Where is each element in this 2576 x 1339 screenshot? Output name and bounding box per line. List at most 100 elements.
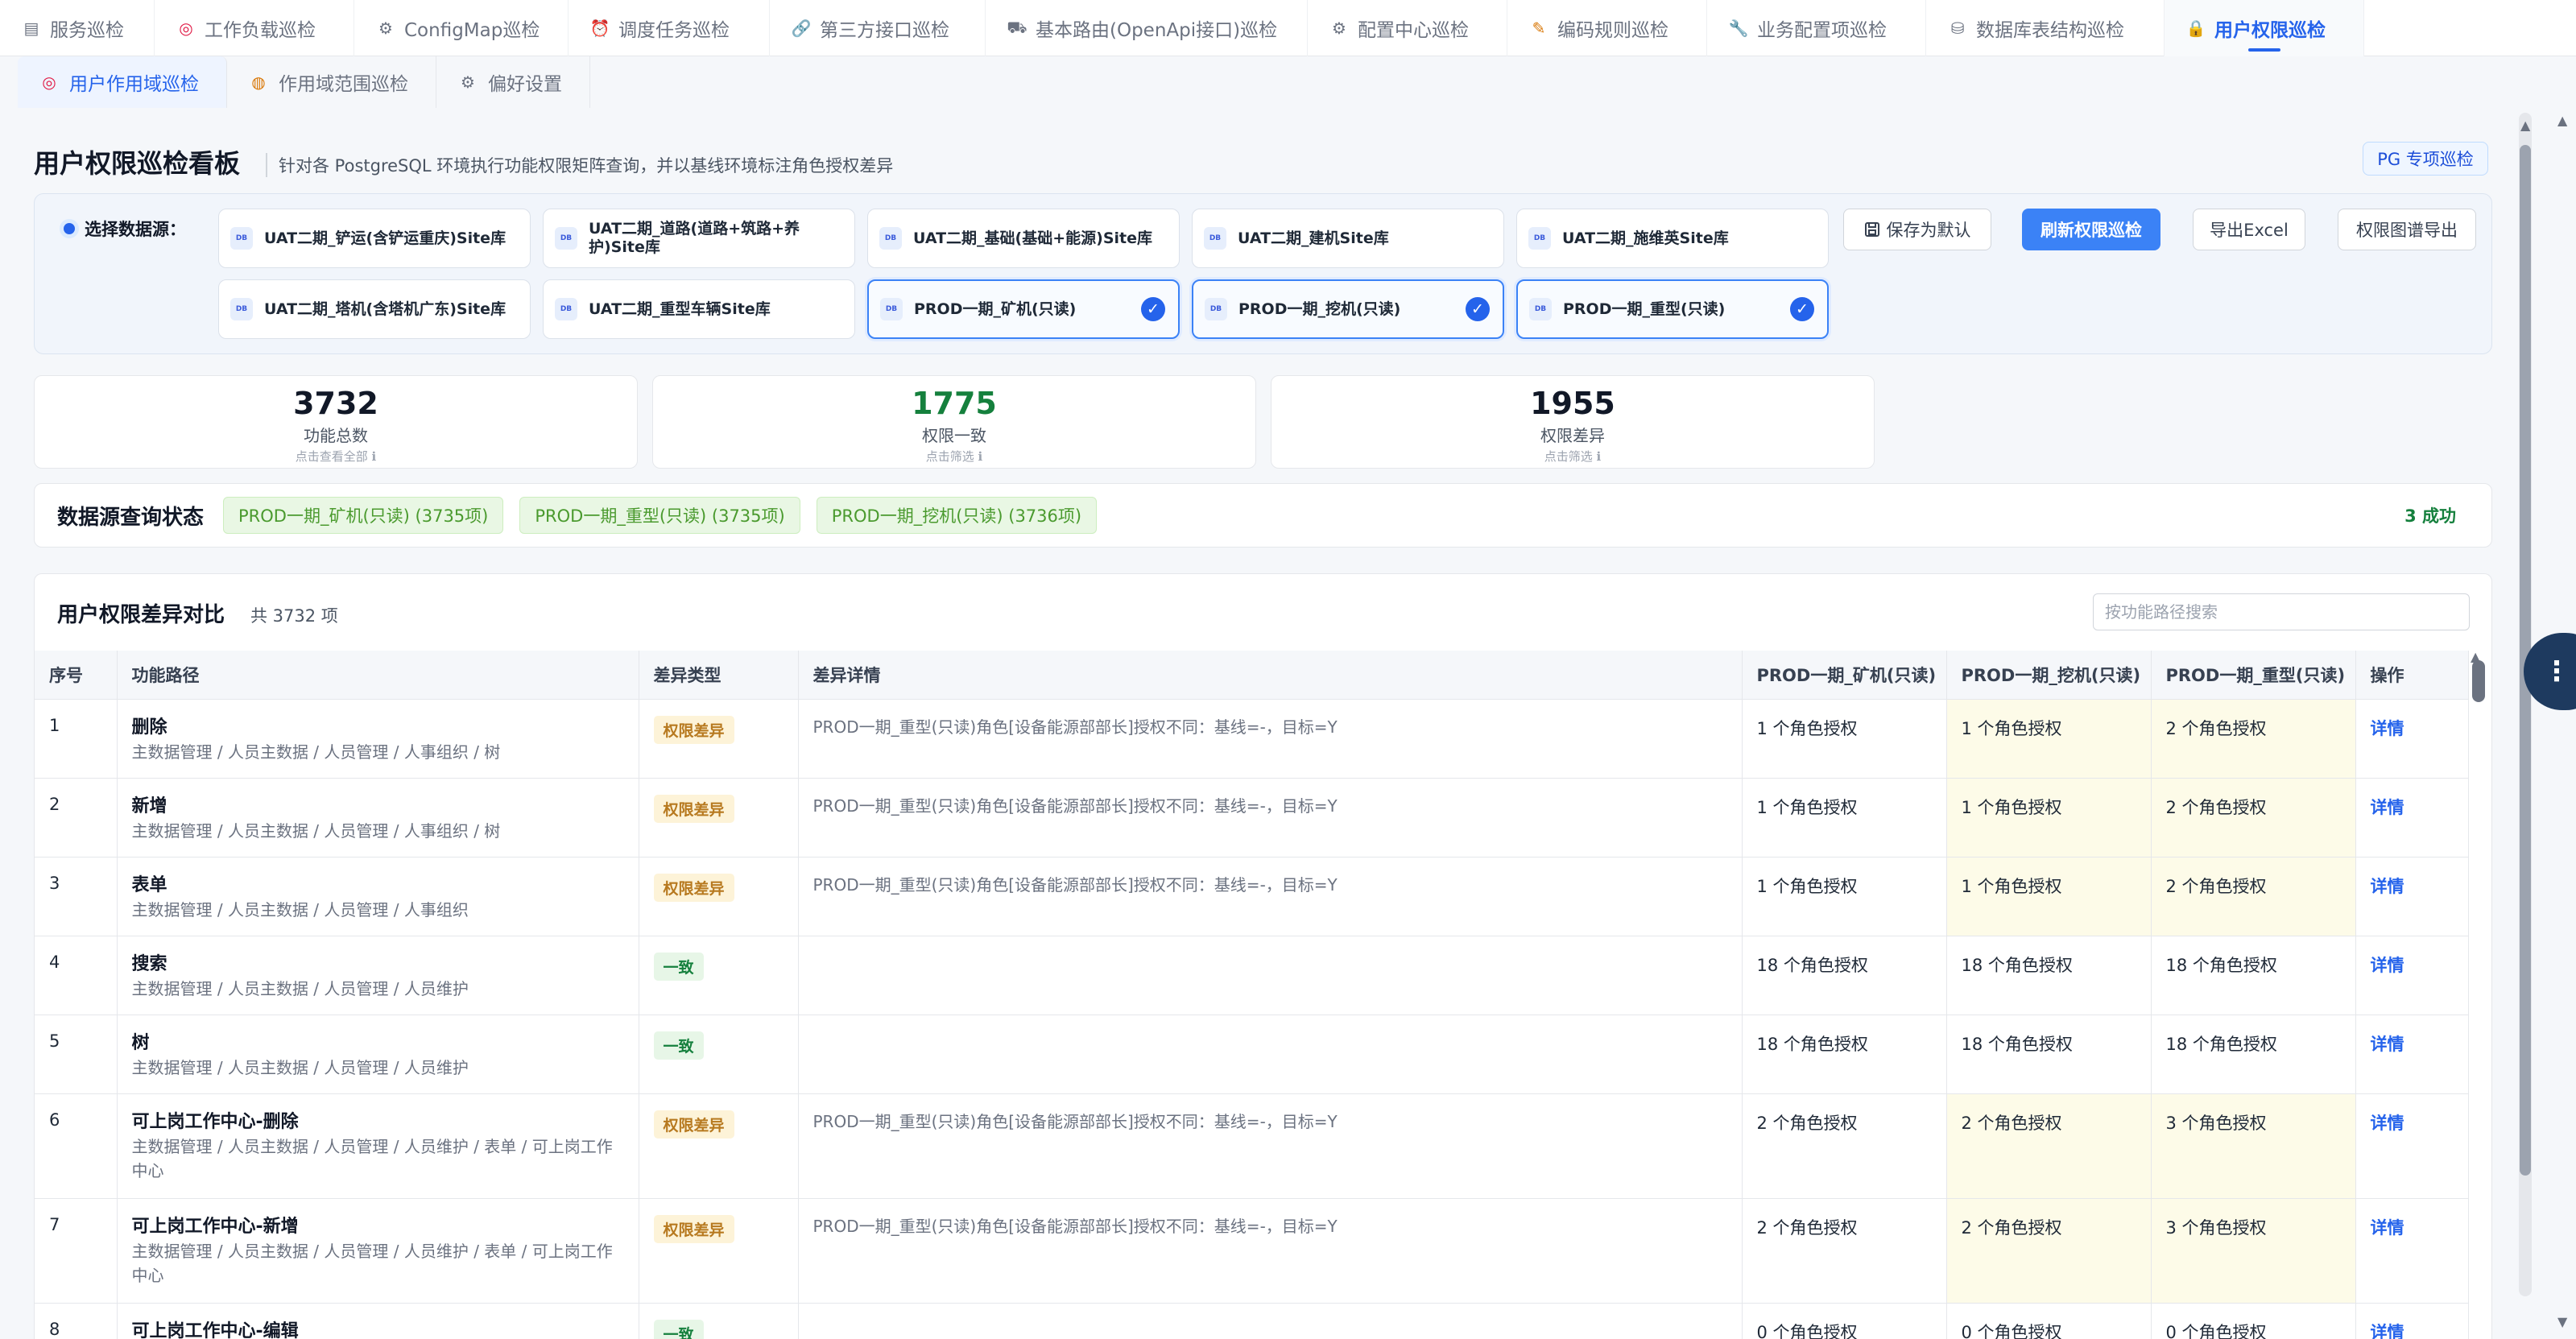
table-header-row: 序号 功能路径 差异类型 差异详情 PROD一期_矿机(只读) PROD一期_挖… [35,651,2469,700]
scroll-up-arrow-icon[interactable]: ▲ [2557,113,2567,128]
function-name: 可上岗工作中心-新增 [131,1216,299,1237]
wrench-icon: 🔧 [1728,19,1749,38]
tab-thirdparty-check[interactable]: 🔗 第三方接口巡检 [770,0,986,56]
diff-type-badge: 权限差异 [653,794,734,823]
refresh-check-button[interactable]: 刷新权限巡检 [2022,209,2160,250]
tab-configmap-check[interactable]: ⚙ ConfigMap巡检 [354,0,569,56]
row-detail-link[interactable]: 详情 [2355,1015,2469,1094]
column-header[interactable]: PROD一期_挖机(只读) [1946,651,2152,700]
database-icon: DB [1205,298,1227,320]
datasource-card[interactable]: DB UAT二期_道路(道路+筑路+养护)Site库 [543,209,855,268]
row-detail-link[interactable]: 详情 [2355,1198,2469,1304]
table-row: 4 搜索 主数据管理 / 人员主数据 / 人员管理 / 人员维护 一致 18 个角色授权… [35,936,2469,1015]
datasource-card[interactable]: DB UAT二期_施维英Site库 [1516,209,1829,268]
row-seq: 7 [35,1198,118,1304]
datasource-name: PROD一期_矿机(只读) [914,300,1077,318]
export-graph-button[interactable]: 权限图谱导出 [2338,209,2476,250]
function-path: 主数据管理 / 人员主数据 / 人员管理 / 人事组织 [131,899,469,920]
row-diff-detail: PROD一期_重型(只读)角色[设备能源部部长]授权不同：基线=-，目标=Y [798,1093,1743,1199]
row-seq: 8 [35,1303,118,1339]
tab-workload-check[interactable]: ◎ 工作负载巡检 [155,0,354,56]
row-detail-link[interactable]: 详情 [2355,778,2469,858]
row-function: 可上岗工作中心-删除主数据管理 / 人员主数据 / 人员管理 / 人员维护 / … [117,1093,639,1199]
subtab-label: 用户作用域巡检 [69,74,199,95]
subtab-user-scope-check[interactable]: ◎ 用户作用域巡检 [18,56,227,108]
row-detail-link[interactable]: 详情 [2355,1093,2469,1199]
column-header[interactable]: 差异类型 [639,651,799,700]
datasource-card[interactable]: DB UAT二期_铲运(含铲运重庆)Site库 [218,209,531,268]
stat-total-card[interactable]: 3732 功能总数 点击查看全部 ℹ [34,375,638,469]
row-waji-count: 1 个角色授权 [1946,699,2152,779]
diff-type-badge: 权限差异 [653,1110,734,1139]
tab-label: 用户权限巡检 [2214,20,2326,41]
tab-schedule-check[interactable]: ⏰ 调度任务巡检 [569,0,770,56]
pg-special-check-button[interactable]: PG 专项巡检 [2363,142,2488,176]
target-icon: ◎ [42,72,56,92]
tab-biz-config-check[interactable]: 🔧 业务配置项巡检 [1707,0,1926,56]
row-function: 新增 主数据管理 / 人员主数据 / 人员管理 / 人事组织 / 树 [117,778,639,858]
lock-icon: 🔒 [2185,19,2206,38]
stat-diff-card[interactable]: 1955 权限差异 点击筛选 ℹ [1271,375,1875,469]
subtab-preferences[interactable]: ⚙ 偏好设置 [436,56,590,108]
function-path: 主数据管理 / 人员主数据 / 人员管理 / 人事组织 / 树 [131,820,501,841]
stat-diff-value: 1955 [1530,386,1615,421]
datasource-card[interactable]: DB UAT二期_重型车辆Site库 [543,279,855,339]
row-kuangji-count: 1 个角色授权 [1742,857,1947,936]
scroll-down-arrow-icon[interactable]: ▼ [2557,1314,2567,1329]
row-detail-link[interactable]: 详情 [2355,936,2469,1015]
function-name: 可上岗工作中心-编辑 [131,1320,299,1339]
path-search-input[interactable] [2093,593,2470,630]
function-name: 可上岗工作中心-删除 [131,1111,299,1132]
column-header[interactable]: 序号 [35,651,118,700]
alarm-clock-icon: ⏰ [589,19,610,38]
stat-consistent-card[interactable]: 1775 权限一致 点击筛选 ℹ [652,375,1256,469]
tab-route-check[interactable]: ⛟ 基本路由(OpenApi接口)巡检 [986,0,1308,56]
row-kuangji-count: 1 个角色授权 [1742,778,1947,858]
row-detail-link[interactable]: 详情 [2355,699,2469,779]
stat-total-hint: 点击查看全部 ℹ [295,449,377,464]
tab-db-schema-check[interactable]: ⛁ 数据库表结构巡检 [1926,0,2165,56]
function-path: 主数据管理 / 人员主数据 / 人员管理 / 人员维护 / 表单 / 可上岗工作… [131,1136,613,1180]
crystal-ball-icon: ◍ [251,72,266,92]
column-header[interactable]: PROD一期_矿机(只读) [1742,651,1947,700]
query-success-count: 3 成功 [2404,506,2456,526]
tab-user-permission-check[interactable]: 🔒 用户权限巡检 [2165,0,2364,56]
datasource-name: UAT二期_建机Site库 [1238,229,1389,247]
column-header[interactable]: 操作 [2355,651,2469,700]
function-name: 树 [131,1032,150,1053]
datasource-card[interactable]: DB PROD一期_挖机(只读) ✓ [1192,279,1504,339]
stat-consistent-value: 1775 [912,386,997,421]
datasource-card[interactable]: DB UAT二期_建机Site库 [1192,209,1504,268]
scroll-up-arrow-icon[interactable]: ▲ [2520,118,2530,133]
table-row: 8 可上岗工作中心-编辑 一致 0 个角色授权 0 个角色授权 0 个角色授权 详情 [35,1303,2469,1339]
datasource-card[interactable]: DB UAT二期_基础(基础+能源)Site库 [867,209,1180,268]
query-status-panel: 数据源查询状态 PROD一期_矿机(只读) (3735项) PROD一期_重型(… [34,483,2492,548]
diff-type-badge: 一致 [653,1031,704,1060]
tab-coding-rule-check[interactable]: ✎ 编码规则巡检 [1507,0,1707,56]
datasource-card[interactable]: DB PROD一期_矿机(只读) ✓ [867,279,1180,339]
row-zhongxing-count: 2 个角色授权 [2151,699,2356,779]
column-header[interactable]: 功能路径 [117,651,639,700]
datasource-name: UAT二期_塔机(含塔机广东)Site库 [264,300,507,318]
datasource-card[interactable]: DB UAT二期_塔机(含塔机广东)Site库 [218,279,531,339]
column-header[interactable]: 差异详情 [798,651,1743,700]
column-header[interactable]: PROD一期_重型(只读) [2151,651,2356,700]
row-kuangji-count: 0 个角色授权 [1742,1303,1947,1339]
tab-config-center-check[interactable]: ⚙ 配置中心巡检 [1308,0,1507,56]
subtab-scope-range-check[interactable]: ◍ 作用域范围巡检 [227,56,436,108]
row-detail-link[interactable]: 详情 [2355,1303,2469,1339]
row-diff-type: 一致 [639,936,799,1015]
tab-label: 调度任务巡检 [618,20,730,41]
export-excel-button[interactable]: 导出Excel [2193,209,2305,250]
save-default-button[interactable]: 保存为默认 [1843,209,1991,250]
page-title: 用户权限巡检看板 [34,148,241,179]
gear-icon: ⚙ [461,72,475,92]
tab-label: 服务巡检 [50,20,124,41]
tab-service-check[interactable]: ▤ 服务巡检 [0,0,155,56]
row-detail-link[interactable]: 详情 [2355,857,2469,936]
row-kuangji-count: 18 个角色授权 [1742,1015,1947,1094]
table-scrollbar-thumb[interactable] [2472,660,2485,702]
datasource-card[interactable]: DB PROD一期_重型(只读) ✓ [1516,279,1829,339]
function-name: 删除 [131,717,167,738]
row-diff-detail [798,1303,1743,1339]
